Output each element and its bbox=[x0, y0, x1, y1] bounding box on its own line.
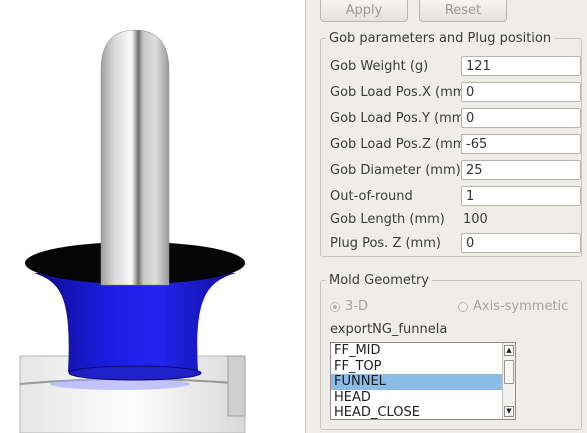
gob-load-pos-z-field[interactable] bbox=[461, 134, 581, 154]
plunger bbox=[100, 29, 170, 286]
list-item[interactable]: FF_MID bbox=[331, 343, 515, 359]
3d-viewport[interactable] bbox=[0, 0, 305, 433]
mold-file-name: exportNG_funnela bbox=[330, 322, 448, 337]
plug-pos-z-field[interactable] bbox=[461, 233, 581, 253]
out-of-round-label: Out-of-round bbox=[330, 189, 413, 204]
properties-panel: Apply Reset Gob parameters and Plug posi… bbox=[305, 0, 587, 433]
list-scrollbar[interactable]: ▲ ▼ bbox=[502, 343, 515, 419]
list-item-selected[interactable]: FUNNEL bbox=[331, 374, 515, 390]
scroll-thumb[interactable] bbox=[504, 360, 514, 384]
gob-diameter-label: Gob Diameter (mm) bbox=[330, 163, 461, 178]
gob-load-pos-y-label: Gob Load Pos.Y (mm) bbox=[330, 111, 470, 126]
gob-diameter-field[interactable] bbox=[461, 160, 581, 180]
apply-button[interactable]: Apply bbox=[320, 0, 408, 22]
radio-3d-label: 3-D bbox=[345, 299, 368, 314]
scroll-up-icon[interactable]: ▲ bbox=[504, 345, 514, 356]
reset-button[interactable]: Reset bbox=[419, 0, 507, 22]
gob-group-title: Gob parameters and Plug position bbox=[326, 31, 555, 46]
radio-axis-label: Axis-symmetic bbox=[473, 299, 569, 314]
list-item[interactable]: HEAD_CLOSE bbox=[331, 405, 515, 419]
gob-load-pos-z-label: Gob Load Pos.Z (mm) bbox=[330, 137, 471, 152]
radio-3d-indicator bbox=[330, 301, 340, 312]
list-item[interactable]: FF_TOP bbox=[331, 359, 515, 375]
mold-group-title: Mold Geometry bbox=[326, 273, 432, 288]
gob-length-label: Gob Length (mm) bbox=[330, 212, 445, 227]
list-item[interactable]: HEAD bbox=[331, 390, 515, 406]
plug-pos-z-label: Plug Pos. Z (mm) bbox=[330, 236, 441, 251]
scroll-down-icon[interactable]: ▼ bbox=[504, 406, 514, 417]
gob-load-pos-y-field[interactable] bbox=[461, 108, 581, 128]
radio-axis-symmetric[interactable]: Axis-symmetic bbox=[458, 299, 568, 314]
gob-length-value: 100 bbox=[463, 212, 488, 227]
gob-load-pos-x-label: Gob Load Pos.X (mm) bbox=[330, 85, 471, 100]
out-of-round-field[interactable] bbox=[461, 186, 581, 206]
mold-part-list[interactable]: FF_MID FF_TOP FUNNEL HEAD HEAD_CLOSE ▲ ▼ bbox=[330, 342, 516, 420]
radio-axis-indicator bbox=[458, 301, 468, 312]
gob-weight-label: Gob Weight (g) bbox=[330, 59, 429, 74]
gob-load-pos-x-field[interactable] bbox=[461, 82, 581, 102]
radio-3d[interactable]: 3-D bbox=[330, 299, 368, 314]
gob-weight-field[interactable] bbox=[461, 56, 581, 76]
3d-scene bbox=[19, 29, 246, 433]
